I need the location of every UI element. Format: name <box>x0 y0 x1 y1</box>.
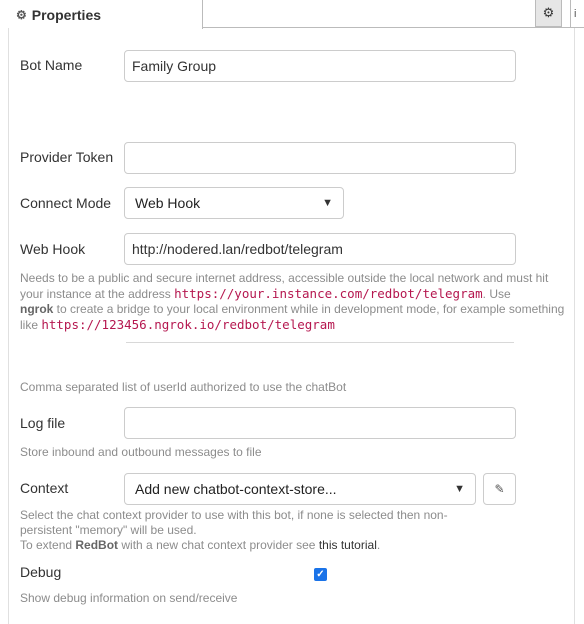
context-select[interactable]: Add new chatbot-context-store... ▼ <box>124 473 476 505</box>
bot-name-value: Family Group <box>132 58 217 74</box>
bot-name-input[interactable]: Family Group <box>124 50 516 82</box>
help-text: . <box>376 538 381 552</box>
provider-token-input[interactable] <box>124 142 516 174</box>
debug-label: Debug <box>20 564 62 580</box>
context-help-line3: To extend RedBot with a new chat context… <box>20 538 490 553</box>
log-file-label: Log file <box>20 415 66 431</box>
edit-context-button[interactable]: ✎ <box>483 473 516 505</box>
help-text: . Use <box>482 287 511 301</box>
web-hook-help-line3: ngrok to create a bridge to your local e… <box>20 302 576 317</box>
context-selected: Add new chatbot-context-store... <box>135 481 337 497</box>
redbot-bold: RedBot <box>75 538 119 552</box>
tab-bar: ⚙ Properties ⚙ i <box>0 0 584 29</box>
info-tab-button[interactable]: i <box>570 0 584 27</box>
webhook-address-code: https://your.instance.com/redbot/telegra… <box>174 286 483 301</box>
help-text: your instance at the address <box>20 287 175 301</box>
ngrok-bold: ngrok <box>20 302 54 316</box>
log-file-help: Store inbound and outbound messages to f… <box>20 445 262 459</box>
web-hook-help-line2: your instance at the address https://you… <box>20 286 576 302</box>
debug-help: Show debug information on send/receive <box>20 591 238 605</box>
tutorial-link[interactable]: this tutorial <box>319 538 377 552</box>
authorized-users-help: Comma separated list of userId authorize… <box>20 380 347 394</box>
gear-icon: ⚙ <box>16 7 27 22</box>
tab-properties-label: Properties <box>31 6 102 23</box>
gear-icon: ⚙ <box>542 5 555 20</box>
context-help: Select the chat context provider to use … <box>20 508 490 553</box>
help-text: to create a bridge to your local environ… <box>53 302 565 316</box>
connect-mode-selected: Web Hook <box>135 195 201 211</box>
help-text: with a new chat context provider see <box>118 538 319 552</box>
web-hook-help-line4: like https://123456.ngrok.io/redbot/tele… <box>20 317 576 333</box>
debug-checkbox[interactable]: ✓ <box>314 568 327 581</box>
context-help-line2: persistent "memory" will be used. <box>20 523 197 537</box>
provider-token-label: Provider Token <box>20 149 114 165</box>
web-hook-input[interactable]: http://nodered.lan/redbot/telegram <box>124 233 516 265</box>
tab-properties[interactable]: ⚙ Properties <box>0 0 203 29</box>
help-text: like <box>20 318 42 332</box>
checkmark-icon: ✓ <box>316 568 325 580</box>
chevron-down-icon: ▼ <box>322 197 333 209</box>
context-help-line1: Select the chat context provider to use … <box>20 508 448 522</box>
bot-name-label: Bot Name <box>20 57 83 73</box>
divider <box>126 342 514 343</box>
web-hook-label: Web Hook <box>20 241 86 257</box>
info-icon: i <box>574 8 577 20</box>
settings-tab-button[interactable]: ⚙ <box>535 0 562 27</box>
context-label: Context <box>20 480 69 496</box>
web-hook-help-line1: Needs to be a public and secure internet… <box>20 271 549 285</box>
connect-mode-label: Connect Mode <box>20 195 112 211</box>
web-hook-help: Needs to be a public and secure internet… <box>20 271 576 333</box>
web-hook-value: http://nodered.lan/redbot/telegram <box>132 241 343 257</box>
help-text: To extend <box>20 538 76 552</box>
log-file-input[interactable] <box>124 407 516 439</box>
connect-mode-select[interactable]: Web Hook ▼ <box>124 187 344 219</box>
ngrok-example-code: https://123456.ngrok.io/redbot/telegram <box>41 317 335 332</box>
chevron-down-icon: ▼ <box>454 483 465 495</box>
pencil-icon: ✎ <box>494 482 505 496</box>
